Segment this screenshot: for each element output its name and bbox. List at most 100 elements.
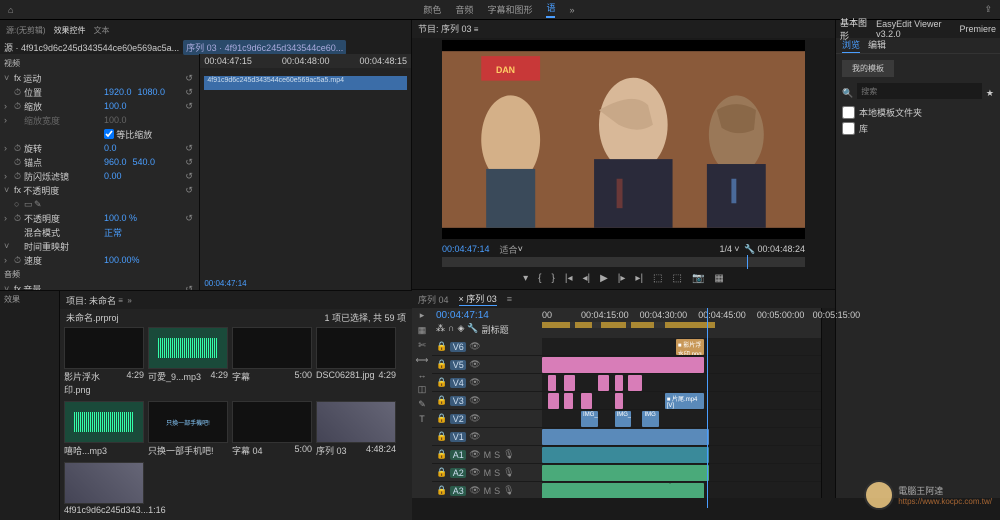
scale-label[interactable]: 缩放 [24,100,104,113]
effect-timeline[interactable]: 00:04:47:15 00:04:48:00 00:04:48:15 4f91… [199,54,411,290]
track-lane[interactable] [542,482,821,498]
anchor-y[interactable]: 540.0 [133,157,156,167]
track-header[interactable]: 🔒A1👁MS🎙 [432,446,542,464]
bin-name[interactable]: 未命名.prproj [66,311,119,321]
playhead-icon[interactable] [747,255,748,269]
project-item[interactable]: 可愛_9...mp34:29 [148,327,228,397]
timeline-clip[interactable] [548,393,559,409]
opacity-value[interactable]: 100.0 % [104,213,137,223]
timeline-clip[interactable]: ■ 片尾.mp4 [V] [665,393,704,409]
marker-icon[interactable]: ◈ [457,323,464,336]
stopwatch-icon[interactable]: ⏱ [14,157,24,168]
speed-label[interactable]: 速度 [24,254,104,267]
uniform-checkbox[interactable] [104,129,114,139]
fx-icon[interactable]: fx [14,73,21,83]
project-thumb[interactable] [64,327,144,369]
stopwatch-icon[interactable]: ⏱ [14,143,24,154]
source-crumb-active[interactable]: 序列 03 · 4f91c9d6c245d343544ce60... [183,40,346,55]
reset-icon[interactable]: ↺ [185,73,195,84]
track-lane[interactable] [542,374,821,392]
export-frame-icon[interactable]: 📷 [692,273,704,284]
timeline-clip[interactable] [564,393,572,409]
nav-graphics[interactable]: 字幕和图形 [487,3,532,16]
tool-button[interactable]: ▸ [420,310,425,321]
project-thumb[interactable] [316,401,396,443]
project-thumb[interactable] [148,327,228,369]
timeline-clip[interactable] [542,447,709,463]
mark-in-icon[interactable]: { [538,273,541,284]
fx-icon[interactable]: fx [14,185,21,195]
rotation-value[interactable]: 0.0 [104,143,117,153]
timeline-clip[interactable] [542,357,704,373]
project-item[interactable]: 影片浮水印.png4:29 [64,327,144,397]
reset-icon[interactable]: ↺ [185,185,195,196]
program-fit[interactable]: 适合 [500,243,518,256]
anchor-x[interactable]: 960.0 [104,157,127,167]
track-content[interactable]: ■ 影片浮水印.png■ 片尾.mp4 [V]IMG_0676IMG_067IM… [542,338,821,498]
track-header[interactable]: 🔒V2👁 [432,410,542,428]
tool-button[interactable]: T [419,414,425,424]
fx-toggle-icon[interactable]: ˅ [4,73,14,83]
tool-button[interactable]: ↔ [418,370,427,380]
timeline-tc[interactable]: 00:04:47:14 [436,310,538,321]
caption-icon[interactable]: 副标题 [482,323,509,336]
stopwatch-icon[interactable]: ⏱ [14,171,24,182]
step-fwd-icon[interactable]: |▸ [618,273,626,284]
tab-text[interactable]: 文本 [94,25,110,36]
effects-tab[interactable]: 效果 [0,291,59,309]
anchor-label[interactable]: 锚点 [24,156,104,169]
tool-button[interactable]: ✎ [418,399,426,410]
track-header[interactable]: 🔒V1👁 [432,428,542,446]
timeline-clip[interactable]: IMG [642,411,659,427]
blend-label[interactable]: 混合模式 [24,226,104,239]
timeline-tab[interactable]: 序列 04 [418,293,449,306]
speed-value[interactable]: 100.00% [104,255,140,265]
nav-more[interactable]: » [569,5,574,15]
project-item[interactable]: 嘻哈...mp3 [64,401,144,458]
track-lane[interactable]: ■ 影片浮水印.png [542,338,821,356]
snap-icon[interactable]: ⁂ [436,323,445,336]
timeline-clip[interactable] [542,429,709,445]
nav-audio[interactable]: 音频 [455,3,473,16]
add-marker-icon[interactable]: ▾ [523,273,528,284]
timeline-ruler[interactable]: 0000:04:15:0000:04:30:0000:04:45:0000:05… [542,308,821,338]
home-icon[interactable]: ⌂ [8,5,13,15]
antiflicker-value[interactable]: 0.00 [104,171,122,181]
easyedit-tab[interactable]: EasyEdit Viewer v3.2.0 [876,19,953,39]
program-tc-left[interactable]: 00:04:47:14 [442,244,490,254]
timeline-clip[interactable] [564,375,575,391]
link-icon[interactable]: ∩ [448,323,454,336]
reset-icon[interactable]: ↺ [185,143,195,154]
tool-button[interactable]: ◫ [418,384,427,395]
track-lane[interactable] [542,464,821,482]
timeline-clip[interactable] [598,375,609,391]
track-header[interactable]: 🔒V3👁 [432,392,542,410]
reset-icon[interactable]: ↺ [185,157,195,168]
tool-button[interactable]: ▦ [418,325,427,336]
timeline-clip[interactable]: IMG_067 [615,411,632,427]
timeline-clip[interactable] [670,483,703,498]
position-label[interactable]: 位置 [24,86,104,99]
opacity-section[interactable]: 不透明度 [23,184,59,197]
project-item[interactable]: 字幕5:00 [232,327,312,397]
timeline-tab-active[interactable]: × 序列 03 [459,292,497,306]
project-item[interactable]: 4f91c9d6c245d343...1:16 [64,462,144,516]
project-thumb[interactable] [64,462,144,504]
timeremap-section[interactable]: 时间重映射 [24,240,69,253]
project-tab[interactable]: 项目: 未命名 [66,294,116,307]
reset-icon[interactable]: ↺ [185,101,195,112]
local-folder-checkbox[interactable] [842,106,855,119]
project-thumb[interactable] [64,401,144,443]
track-header[interactable]: 🔒A2👁MS🎙 [432,464,542,482]
program-scrubber[interactable] [442,257,805,267]
stopwatch-icon[interactable]: ⏱ [14,213,24,224]
edit-subtab[interactable]: 编辑 [868,38,886,53]
reset-icon[interactable]: ↺ [185,87,195,98]
track-lane[interactable] [542,356,821,374]
premiere-tab[interactable]: Premiere [959,24,996,34]
rotation-label[interactable]: 旋转 [24,142,104,155]
timeline-clip[interactable] [542,483,670,498]
project-thumb[interactable] [316,327,396,369]
scale-value[interactable]: 100.0 [104,101,127,111]
track-lane[interactable] [542,446,821,464]
